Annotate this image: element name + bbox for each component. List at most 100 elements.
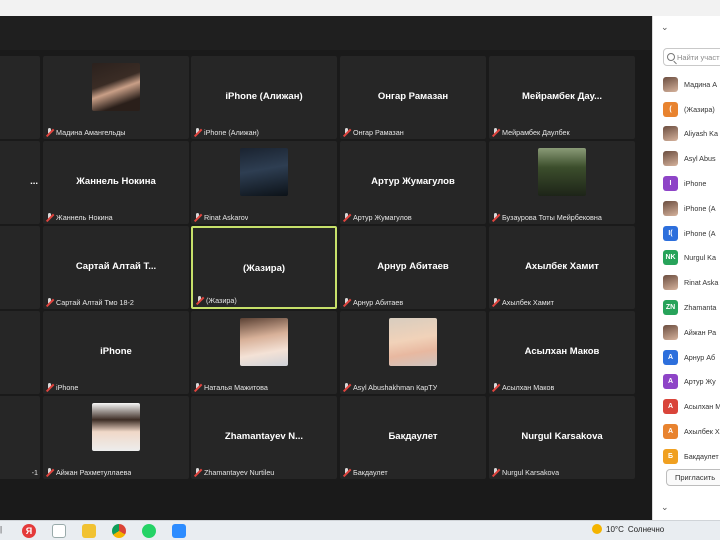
participant-name: Aliyash Ka [684,129,718,139]
tile-footer: Айжан Рахметуллаева [45,467,187,477]
muted-mic-icon [491,127,500,137]
video-tile[interactable]: Бакдаулет Бакдаулет [340,396,486,479]
participant-name: Артур Жу [684,377,716,387]
weather-widget[interactable]: 10°C Солнечно [592,524,664,534]
tile-name-label: Бакдаулет [353,467,388,477]
participant-video [538,148,586,196]
participant-video [92,63,140,111]
video-tile[interactable]: Rinat Askarov [191,141,337,224]
participant-item[interactable]: Asyl Abus [663,146,720,171]
participant-item[interactable]: Rinat Aska [663,270,720,295]
video-tile[interactable]: Бузаурова Тоты Мейрбековна [489,141,635,224]
tile-name-label: Rinat Askarov [204,212,249,222]
participant-item[interactable]: Б Бакдаулет [663,444,720,469]
participant-avatar: ( [663,101,678,117]
video-tile[interactable]: Жаннель Нокина Жаннель Нокина [43,141,189,224]
participant-avatar: А [663,374,678,390]
tile-name-label: (Жазира) [206,295,237,305]
participant-search-input[interactable]: Найти участ [663,48,720,66]
muted-mic-icon [193,467,202,477]
expand-chevron-icon[interactable]: ⌄ [661,502,669,513]
tile-display-name: iPhone (Алижан) [225,91,303,102]
tile-name-label: Nurgul Karsakova [502,467,560,477]
video-tile[interactable]: Арнур Абитаев Арнур Абитаев [340,226,486,309]
tile-display-name: Жаннель Нокина [76,176,156,187]
participant-item[interactable]: А Асылхан М [663,394,720,419]
participant-item[interactable]: IiPhone [663,171,720,196]
participant-avatar [663,324,678,340]
tile-display-name: Онгар Рамазан [377,91,449,102]
tile-footer: Ахылбек Хамит [491,297,633,307]
tile-footer: Жаннель Нокина [45,212,187,222]
chrome-icon[interactable] [112,523,126,538]
participant-name: Asyl Abus [684,154,716,164]
participant-item[interactable]: NK Nurgul Ka [663,246,720,271]
video-tile[interactable]: Асылхан Маков Асылхан Маков [489,311,635,394]
participant-item[interactable]: А Артур Жу [663,370,720,395]
video-tile[interactable]: Nurgul Karsakova Nurgul Karsakova [489,396,635,479]
participant-item[interactable]: Aliyash Ka [663,122,720,147]
participant-avatar: А [663,424,678,440]
muted-mic-icon [193,382,202,392]
video-tile[interactable]: ... [0,141,40,224]
video-tile[interactable] [0,311,40,394]
tile-footer: Nurgul Karsakova [491,467,633,477]
muted-mic-icon [491,297,500,307]
zoom-icon[interactable] [172,523,186,538]
tile-footer: Бузаурова Тоты Мейрбековна [491,212,633,222]
participant-avatar: I [663,176,678,192]
participant-item[interactable]: ((Жазира) [663,97,720,122]
participant-item[interactable]: ZN Zhamanta [663,295,720,320]
video-tile[interactable]: -1 [0,396,40,479]
video-tile[interactable]: Наталья Мажитова [191,311,337,394]
video-tile[interactable]: Онгар Рамазан Онгар Рамазан [340,56,486,139]
video-tile[interactable]: iPhone iPhone [43,311,189,394]
tile-display-name: iPhone [100,346,132,357]
tile-footer: (Жазира) [195,295,333,305]
video-tile[interactable]: iPhone (Алижан) iPhone (Алижан) [191,56,337,139]
yandex-browser-icon[interactable]: Я [22,523,36,538]
participant-video [240,318,288,366]
whatsapp-icon[interactable] [142,523,156,538]
participant-item[interactable]: Мадина А [663,72,720,97]
participant-name: Nurgul Ka [684,253,716,263]
tile-footer: Zhamantayev Nurtileu [193,467,335,477]
tile-footer: Наталья Мажитова [193,382,335,392]
weather-text: Солнечно [627,524,665,534]
collapse-chevron-icon[interactable]: ⌄ [661,22,677,34]
participant-item[interactable]: А Арнур Аб [663,345,720,370]
participant-avatar: А [663,399,678,415]
search-icon [667,53,675,61]
video-tile[interactable] [0,226,40,309]
mail-icon[interactable] [52,523,66,538]
participant-item[interactable]: iPhone (А [663,196,720,221]
tile-name-label: Мадина Амангельды [56,127,126,137]
tile-display-name: Мейрамбек Дау... [522,91,602,102]
video-tile[interactable]: Asyl Abushakhman КарТУ [340,311,486,394]
participant-name: iPhone (А [684,203,716,213]
video-tile[interactable]: Айжан Рахметуллаева [43,396,189,479]
muted-mic-icon [195,295,204,305]
participant-item[interactable]: Айжан Ра [663,320,720,345]
video-tile[interactable]: Сартай Алтай Т... Сартай Алтай Тмо 18-2 [43,226,189,309]
tile-name-label: Артур Жумагулов [353,212,412,222]
tile-footer: Бакдаулет [342,467,484,477]
participant-item[interactable]: А Ахылбек Х [663,419,720,444]
invite-button[interactable]: Пригласить [666,469,720,486]
muted-mic-icon [45,212,54,222]
participant-video [240,148,288,196]
video-tile[interactable] [0,56,40,139]
participant-item[interactable]: I(iPhone (А [663,221,720,246]
zoom-meeting-window: Мадина Амангельды iPhone (Алижан) iPhone (… [0,16,652,520]
video-tile[interactable]: Ахылбек Хамит Ахылбек Хамит [489,226,635,309]
muted-mic-icon [342,297,351,307]
video-tile[interactable]: Мадина Амангельды [43,56,189,139]
video-tile[interactable]: Zhamantayev N... Zhamantayev Nurtileu [191,396,337,479]
video-tile[interactable]: Артур Жумагулов Артур Жумагулов [340,141,486,224]
video-tile[interactable]: (Жазира) (Жазира) [191,226,337,309]
file-explorer-icon[interactable] [82,523,96,538]
participant-name: Асылхан М [684,402,720,412]
participant-avatar: ZN [663,300,678,316]
video-tile[interactable]: Мейрамбек Дау... Мейрамбек Даулбек [489,56,635,139]
participant-name: iPhone [684,179,707,189]
